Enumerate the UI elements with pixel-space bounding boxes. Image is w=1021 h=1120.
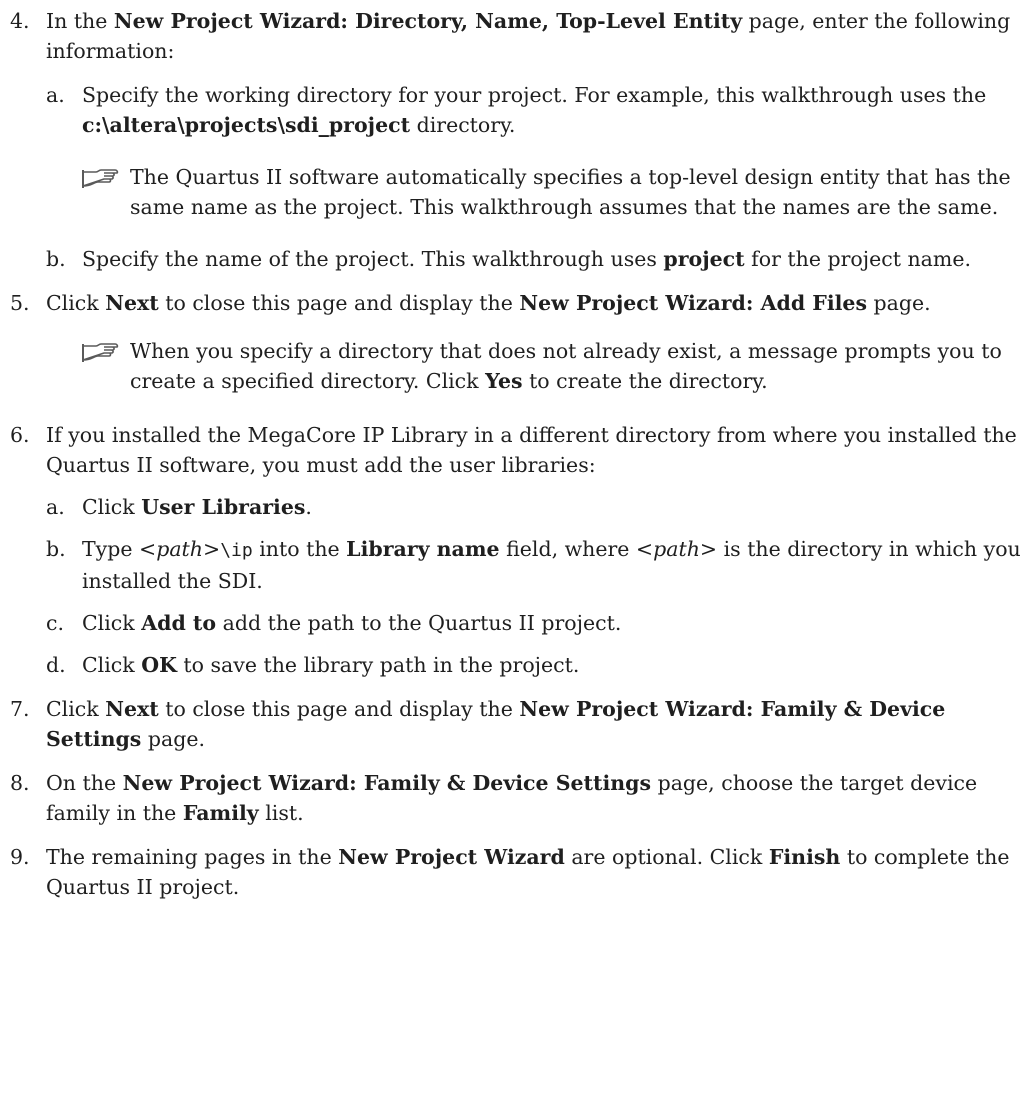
step-4: 4. In the New Project Wizard: Directory,… [10,6,1021,66]
note-text: The Quartus II software automatically sp… [130,165,1011,219]
step-7: 7. Click Next to close this page and dis… [10,694,1021,754]
document-page: 4. In the New Project Wizard: Directory,… [0,6,1021,902]
step-8: 8. On the New Project Wizard: Family & D… [10,768,1021,828]
step-6-sub-b: b. Type <path>\ip into the Library name … [46,534,1021,596]
step-number: 6. [10,423,30,447]
sub-label: b. [46,247,66,271]
step-6-sub-a: a. Click User Libraries. [46,492,1021,522]
step-6: 6. If you installed the MegaCore IP Libr… [10,420,1021,480]
sub-label: a. [46,83,65,107]
step-number: 7. [10,697,30,721]
step-6-sub-c: c. Click Add to add the path to the Quar… [46,608,1021,638]
step-4-sub-b: b. Specify the name of the project. This… [46,244,1021,274]
sub-label: a. [46,495,65,519]
sub-label: c. [46,611,64,635]
step-4-sub-a: a. Specify the working directory for you… [46,80,1021,140]
pointing-hand-icon [82,168,120,190]
step-6-sub-d: d. Click OK to save the library path in … [46,650,1021,680]
step-number: 9. [10,845,30,869]
step-number: 5. [10,291,30,315]
step-number: 8. [10,771,30,795]
sub-label: d. [46,653,66,677]
sub-label: b. [46,537,66,561]
step-9: 9. The remaining pages in the New Projec… [10,842,1021,902]
note-callout: The Quartus II software automatically sp… [46,162,1021,222]
step-5: 5. Click Next to close this page and dis… [10,288,1021,318]
step-number: 4. [10,9,30,33]
note-callout: When you specify a directory that does n… [46,336,1021,396]
pointing-hand-icon [82,342,120,364]
